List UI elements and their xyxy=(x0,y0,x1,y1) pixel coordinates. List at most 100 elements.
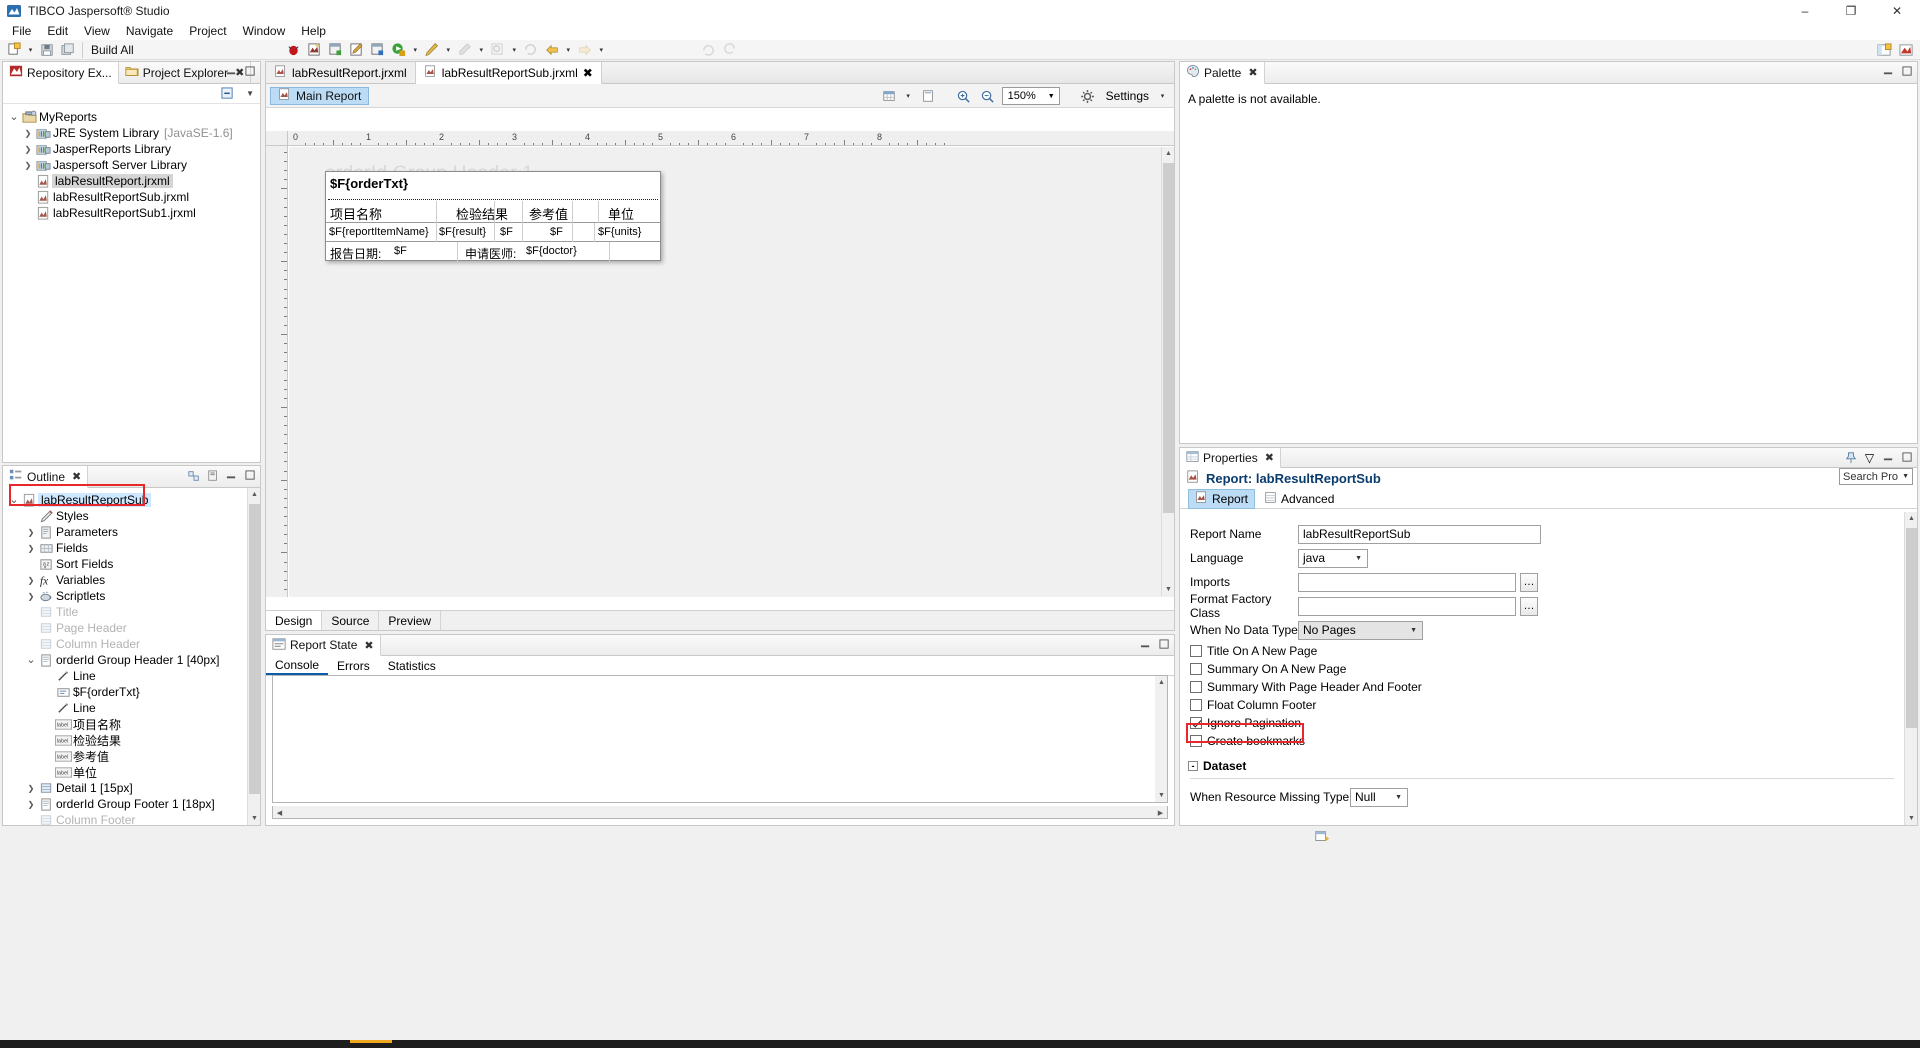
scroll-up-icon[interactable]: ▲ xyxy=(1155,676,1168,689)
checkbox-unchecked-icon[interactable] xyxy=(1190,699,1202,711)
external-tools-icon[interactable] xyxy=(455,41,475,59)
perspective-icon[interactable] xyxy=(1874,41,1894,59)
zoom-out-icon[interactable] xyxy=(978,87,998,105)
menu-window[interactable]: Window xyxy=(235,22,294,40)
search-icon[interactable] xyxy=(488,41,508,59)
chevron-right-icon[interactable]: ❯ xyxy=(21,129,35,138)
chevron-right-icon[interactable]: ❯ xyxy=(24,800,38,809)
scroll-right-icon[interactable]: ▶ xyxy=(1154,806,1167,819)
console-horizontal-scrollbar[interactable]: ◀ ▶ xyxy=(272,806,1168,819)
outline-item-[interactable]: label 检验结果 xyxy=(3,732,247,748)
header-cell-unit[interactable]: 单位 xyxy=(608,204,634,223)
property-select-language[interactable]: java ▼ xyxy=(1298,548,1368,568)
pin-icon[interactable] xyxy=(1844,451,1857,464)
link-with-editor-icon[interactable] xyxy=(187,469,200,482)
settings-gear-icon[interactable] xyxy=(1078,87,1098,105)
view-menu-icon[interactable]: ▼ xyxy=(246,89,254,98)
history-icon[interactable] xyxy=(521,41,541,59)
detail-cell-units[interactable]: $F{units} xyxy=(598,226,641,238)
collapse-all-icon[interactable] xyxy=(221,87,234,103)
checkbox-unchecked-icon[interactable] xyxy=(1190,681,1202,693)
checkbox-unchecked-icon[interactable] xyxy=(1190,735,1202,747)
property-input-report-name[interactable]: labResultReportSub xyxy=(1298,524,1541,544)
minimize-view-icon[interactable] xyxy=(225,65,238,78)
outline-item-labresultreportsub[interactable]: ⌄ labResultReportSub xyxy=(3,492,247,508)
scroll-left-icon[interactable]: ◀ xyxy=(273,806,286,819)
search-properties-input[interactable]: Search Pro ▼ xyxy=(1839,468,1913,485)
dropdown-caret-icon[interactable]: ▾ xyxy=(903,87,914,105)
chevron-right-icon[interactable]: ❯ xyxy=(24,576,38,585)
chevron-down-icon[interactable]: ⌄ xyxy=(7,495,21,506)
settings-button[interactable]: Settings xyxy=(1102,89,1153,103)
property-input-format-factory-class[interactable] xyxy=(1298,596,1516,616)
chevron-down-icon[interactable]: ⌄ xyxy=(7,112,21,123)
close-icon[interactable]: ✖ xyxy=(1248,66,1257,79)
canvas-vertical-scrollbar[interactable]: ▲ ▼ xyxy=(1161,147,1174,596)
chevron-right-icon[interactable]: ❯ xyxy=(24,592,38,601)
footer-label-report-date[interactable]: 报告日期: xyxy=(330,245,381,262)
close-button[interactable]: ✕ xyxy=(1874,0,1920,22)
outline-item-f-ordertxt[interactable]: $F{orderTxt} xyxy=(3,684,247,700)
header-cell-item-name[interactable]: 项目名称 xyxy=(330,204,382,223)
minimize-view-icon[interactable] xyxy=(1882,65,1895,78)
outline-item-column-footer[interactable]: Column Footer xyxy=(3,812,247,825)
checkbox-row-ignore-pagination[interactable]: Ignore Pagination xyxy=(1180,714,1904,732)
menu-help[interactable]: Help xyxy=(293,22,334,40)
outline-item-line[interactable]: Line xyxy=(3,700,247,716)
properties-scrollbar[interactable]: ▲ ▼ xyxy=(1904,512,1917,825)
main-report-button[interactable]: Main Report xyxy=(270,86,370,105)
outline-item-sort-fields[interactable]: a z Sort Fields xyxy=(3,556,247,572)
close-icon[interactable]: ✖ xyxy=(583,66,593,80)
scroll-down-icon[interactable]: ▼ xyxy=(248,812,261,825)
dataset-run-icon[interactable] xyxy=(1310,827,1334,845)
tree-item-labresultreport-jrxml[interactable]: labResultReport.jrxml xyxy=(3,173,260,189)
checkbox-row-title-on-a-new-page[interactable]: Title On A New Page xyxy=(1180,642,1904,660)
settings-dropdown-icon[interactable]: ▾ xyxy=(1157,87,1168,105)
tab-repository-explorer[interactable]: Repository Ex... xyxy=(3,62,119,84)
outline-item-page-header[interactable]: Page Header xyxy=(3,620,247,636)
back-dropdown-icon[interactable]: ▾ xyxy=(563,41,574,59)
close-icon[interactable]: ✖ xyxy=(364,639,373,652)
forward-dropdown-icon[interactable]: ▾ xyxy=(596,41,607,59)
detail-cell-ref-low[interactable]: $F xyxy=(500,226,513,238)
grid-toggle-icon[interactable] xyxy=(879,87,899,105)
compile-icon[interactable] xyxy=(368,41,388,59)
close-icon[interactable]: ✖ xyxy=(1265,451,1274,464)
console-output-area[interactable] xyxy=(272,675,1168,803)
dataset-section-header[interactable]: - Dataset xyxy=(1180,756,1904,776)
property-browse-button[interactable]: … xyxy=(1520,572,1538,592)
outline-item-fields[interactable]: ❯ Fields xyxy=(3,540,247,556)
footer-value-report-date[interactable]: $F xyxy=(394,245,407,257)
tab-palette[interactable]: Palette ✖ xyxy=(1180,62,1265,84)
outline-item-[interactable]: label 单位 xyxy=(3,764,247,780)
menu-navigate[interactable]: Navigate xyxy=(118,22,181,40)
tab-errors[interactable]: Errors xyxy=(328,656,379,675)
dataset-icon[interactable] xyxy=(326,41,346,59)
zoom-in-icon[interactable] xyxy=(954,87,974,105)
outline-item-scriptlets[interactable]: ❯ Scriptlets xyxy=(3,588,247,604)
sync-icon[interactable] xyxy=(699,41,719,59)
run-icon[interactable] xyxy=(389,41,409,59)
chevron-right-icon[interactable]: ❯ xyxy=(24,544,38,553)
external-tools-dropdown-icon[interactable]: ▾ xyxy=(476,41,487,59)
tab-advanced[interactable]: Advanced xyxy=(1258,490,1340,508)
outline-item-line[interactable]: Line xyxy=(3,668,247,684)
scroll-up-icon[interactable]: ▲ xyxy=(248,488,261,501)
scrollbar-thumb[interactable] xyxy=(1163,163,1174,513)
maximize-button[interactable]: ❐ xyxy=(1828,0,1874,22)
outline-item-[interactable]: label 项目名称 xyxy=(3,716,247,732)
build-all-label[interactable]: Build All xyxy=(87,43,142,57)
view-menu-icon[interactable] xyxy=(206,469,219,482)
scroll-up-icon[interactable]: ▲ xyxy=(1905,512,1918,525)
tree-item-myreports[interactable]: ⌄ MyReports xyxy=(3,109,260,125)
editor-tab-labresultreport[interactable]: labResultReport.jrxml xyxy=(266,62,416,83)
maximize-view-icon[interactable] xyxy=(244,65,257,78)
tree-item-labresultreportsub1-jrxml[interactable]: labResultReportSub1.jrxml xyxy=(3,205,260,221)
checkbox-checked-icon[interactable] xyxy=(1190,717,1202,729)
menu-project[interactable]: Project xyxy=(181,22,234,40)
save-icon[interactable] xyxy=(37,41,57,59)
property-select-when-no-data-type[interactable]: No Pages ▼ xyxy=(1298,620,1423,640)
scroll-down-icon[interactable]: ▼ xyxy=(1905,812,1918,825)
outline-scrollbar[interactable]: ▲ ▼ xyxy=(247,488,260,825)
edit-icon[interactable] xyxy=(347,41,367,59)
